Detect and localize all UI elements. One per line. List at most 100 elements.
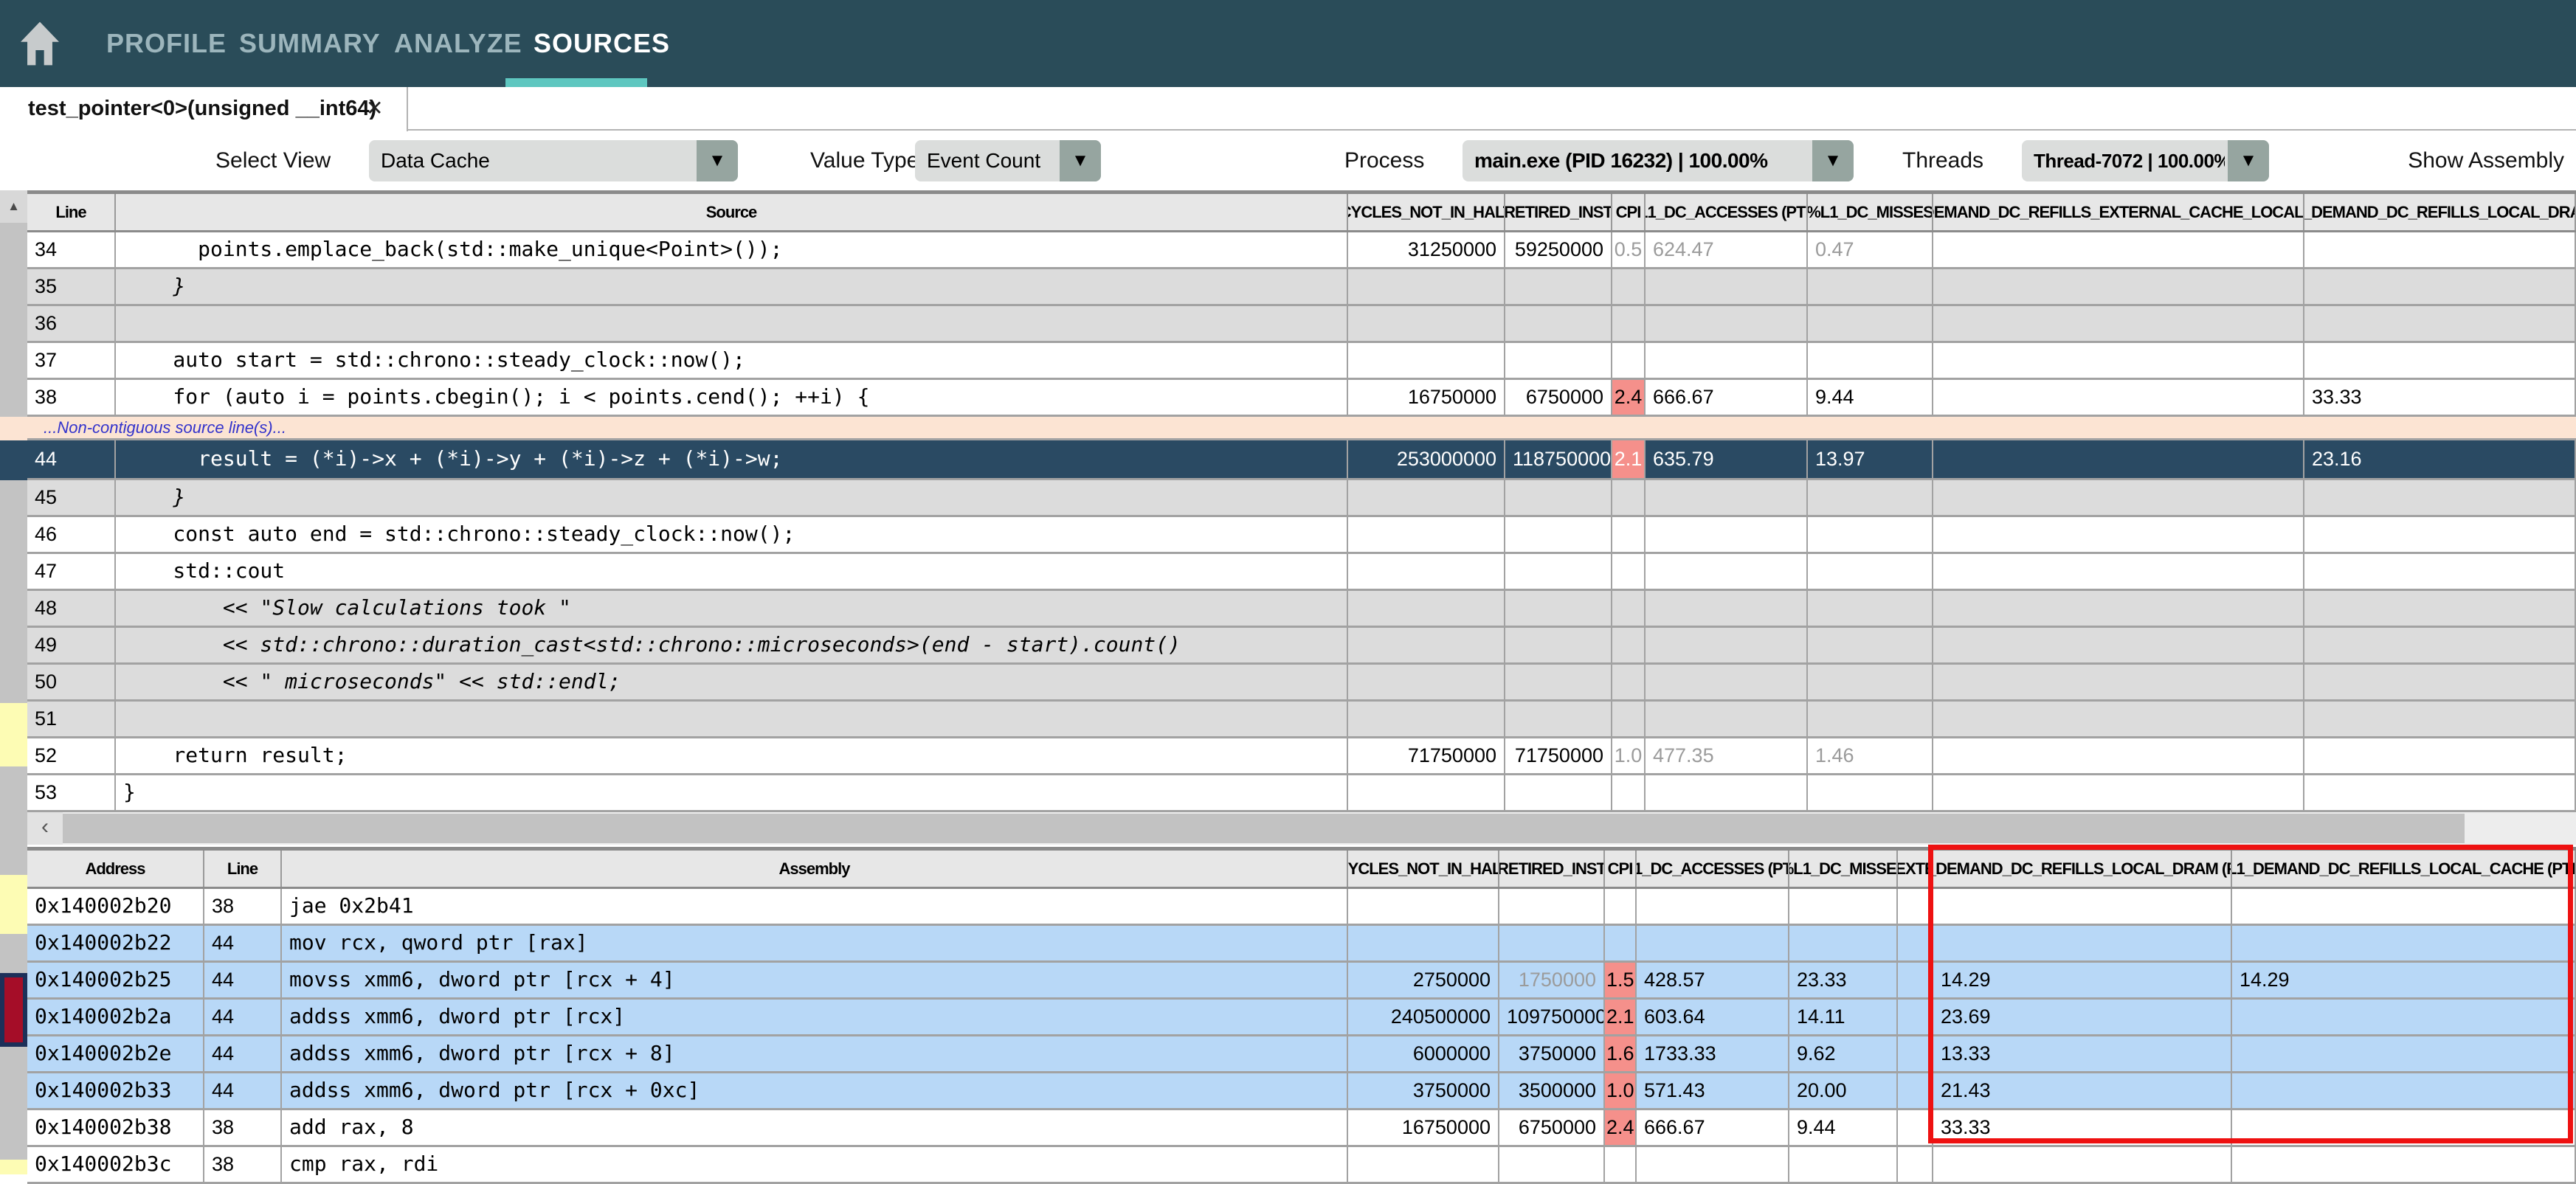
cell-code[interactable]: std::cout (116, 554, 1348, 589)
cell-dram[interactable]: 23.16 (2304, 440, 2576, 478)
cell-l1[interactable]: 428.57 (1637, 963, 1789, 997)
cell-cache[interactable] (2232, 1000, 2576, 1034)
cell-cpi[interactable] (1612, 343, 1646, 378)
cell-cycles[interactable] (1348, 628, 1505, 662)
cell-ext[interactable] (1933, 591, 2304, 626)
cell-ext[interactable] (1933, 702, 2304, 736)
cell-code[interactable]: << std::chrono::duration_cast<std::chron… (116, 628, 1348, 662)
source-row-44[interactable]: 44 result = (*i)->x + (*i)->y + (*i)->z … (27, 440, 2576, 480)
column-header-asm[interactable]: Assembly (282, 851, 1348, 887)
column-header-cpi[interactable]: CPI (1605, 851, 1637, 887)
cell-retired[interactable] (1505, 306, 1612, 341)
cell-cache[interactable] (2232, 889, 2576, 924)
source-row-35[interactable]: 35 } (27, 269, 2576, 306)
cell-retired[interactable] (1505, 591, 1612, 626)
cell-cpi[interactable]: 2.1 (1605, 1000, 1637, 1034)
cell-code[interactable]: } (116, 480, 1348, 515)
cell-cycles[interactable] (1348, 775, 1505, 810)
chevron-down-icon[interactable]: ▼ (1060, 140, 1101, 181)
cell-retired[interactable] (1505, 269, 1612, 304)
cell-code[interactable]: auto start = std::chrono::steady_clock::… (116, 343, 1348, 378)
cell-l1[interactable] (1646, 591, 1808, 626)
cell-cpi[interactable] (1612, 269, 1646, 304)
cell-ext[interactable] (1898, 926, 1933, 960)
column-header-l1[interactable]: L1_DC_ACCESSES (PTI) (1637, 851, 1789, 887)
cell-retired[interactable]: 3500000 (1499, 1073, 1605, 1108)
cell-retired[interactable] (1505, 775, 1612, 810)
cell-miss[interactable] (1808, 554, 1933, 589)
cell-dram[interactable] (1933, 1147, 2232, 1182)
column-header-cpi[interactable]: CPI (1612, 194, 1646, 230)
chevron-down-icon[interactable]: ▼ (1812, 140, 1854, 181)
cell-cycles[interactable] (1348, 665, 1505, 699)
cell-l1[interactable]: 571.43 (1637, 1073, 1789, 1108)
cell-ext[interactable] (1933, 665, 2304, 699)
cell-retired[interactable] (1505, 480, 1612, 515)
cell-cycles[interactable] (1348, 517, 1505, 552)
cell-cycles[interactable]: 240500000 (1348, 1000, 1499, 1034)
cell-retired[interactable]: 109750000 (1499, 1000, 1605, 1034)
cell-ext[interactable] (1933, 554, 2304, 589)
source-row-47[interactable]: 47 std::cout (27, 554, 2576, 591)
document-tab[interactable]: test_pointer<0>(unsigned __int64) ✕ (0, 87, 408, 131)
cell-l1[interactable] (1646, 306, 1808, 341)
cell-line[interactable]: 45 (27, 480, 116, 515)
cell-cache[interactable] (2232, 1073, 2576, 1108)
cell-cycles[interactable] (1348, 343, 1505, 378)
cell-cpi[interactable] (1612, 665, 1646, 699)
cell-asm[interactable]: movss xmm6, dword ptr [rcx + 4] (282, 963, 1348, 997)
cell-miss[interactable] (1789, 1147, 1898, 1182)
source-row-52[interactable]: 52 return result;71750000717500001.0477.… (27, 738, 2576, 775)
column-header-code[interactable]: Source (116, 194, 1348, 230)
cell-l1[interactable] (1646, 775, 1808, 810)
cell-line[interactable]: 36 (27, 306, 116, 341)
cell-miss[interactable] (1808, 480, 1933, 515)
cell-cache[interactable]: 14.29 (2232, 963, 2576, 997)
cell-line[interactable]: 49 (27, 628, 116, 662)
cell-line[interactable]: 44 (204, 1073, 282, 1108)
source-row-51[interactable]: 51 (27, 702, 2576, 738)
cell-asm[interactable]: mov rcx, qword ptr [rax] (282, 926, 1348, 960)
cell-dram[interactable]: 33.33 (1933, 1110, 2232, 1145)
column-header-dram[interactable]: L1_DEMAND_DC_REFILLS_LOCAL_DRAM (PTI) (1933, 851, 2232, 887)
cell-cpi[interactable] (1612, 591, 1646, 626)
cell-cycles[interactable] (1348, 554, 1505, 589)
cell-miss[interactable] (1808, 628, 1933, 662)
cell-retired[interactable] (1505, 517, 1612, 552)
cell-retired[interactable] (1505, 702, 1612, 736)
cell-miss[interactable]: 9.44 (1808, 380, 1933, 415)
asm-row-0x140002b38[interactable]: 0x140002b3838add rax, 81675000067500002.… (27, 1110, 2576, 1147)
cell-dram[interactable] (2304, 517, 2576, 552)
column-header-cycles[interactable]: CYCLES_NOT_IN_HALT (1348, 851, 1499, 887)
cell-retired[interactable]: 59250000 (1505, 232, 1612, 267)
cell-ext[interactable] (1933, 380, 2304, 415)
cell-miss[interactable]: 1.46 (1808, 738, 1933, 773)
close-icon[interactable]: ✕ (366, 87, 383, 130)
nav-tab-sources[interactable]: SOURCES (533, 0, 670, 87)
cell-dram[interactable]: 23.69 (1933, 1000, 2232, 1034)
cell-line[interactable]: 44 (204, 963, 282, 997)
column-header-l1[interactable]: L1_DC_ACCESSES (PTI) (1646, 194, 1808, 230)
cell-ext[interactable] (1933, 343, 2304, 378)
nav-tab-analyze[interactable]: ANALYZE (394, 0, 522, 87)
cell-dram[interactable] (1933, 926, 2232, 960)
cell-ext[interactable] (1933, 775, 2304, 810)
cell-cpi[interactable] (1605, 1147, 1637, 1182)
cell-l1[interactable]: 666.67 (1637, 1110, 1789, 1145)
source-row-34[interactable]: 34 points.emplace_back(std::make_unique<… (27, 232, 2576, 269)
cell-line[interactable]: 48 (27, 591, 116, 626)
cell-line[interactable]: 34 (27, 232, 116, 267)
cell-l1[interactable] (1646, 480, 1808, 515)
cell-dram[interactable] (2304, 480, 2576, 515)
cell-retired[interactable] (1499, 889, 1605, 924)
cell-l1[interactable] (1646, 269, 1808, 304)
cell-miss[interactable] (1808, 665, 1933, 699)
asm-row-0x140002b20[interactable]: 0x140002b2038jae 0x2b41 (27, 889, 2576, 926)
cell-ext[interactable] (1933, 738, 2304, 773)
cell-cpi[interactable] (1612, 517, 1646, 552)
cell-address[interactable]: 0x140002b25 (27, 963, 204, 997)
column-header-line[interactable]: Line (27, 194, 116, 230)
nav-tab-profile[interactable]: PROFILE (106, 0, 227, 87)
cell-miss[interactable] (1808, 517, 1933, 552)
select-view-dropdown[interactable]: Data Cache ▼ (369, 140, 738, 181)
